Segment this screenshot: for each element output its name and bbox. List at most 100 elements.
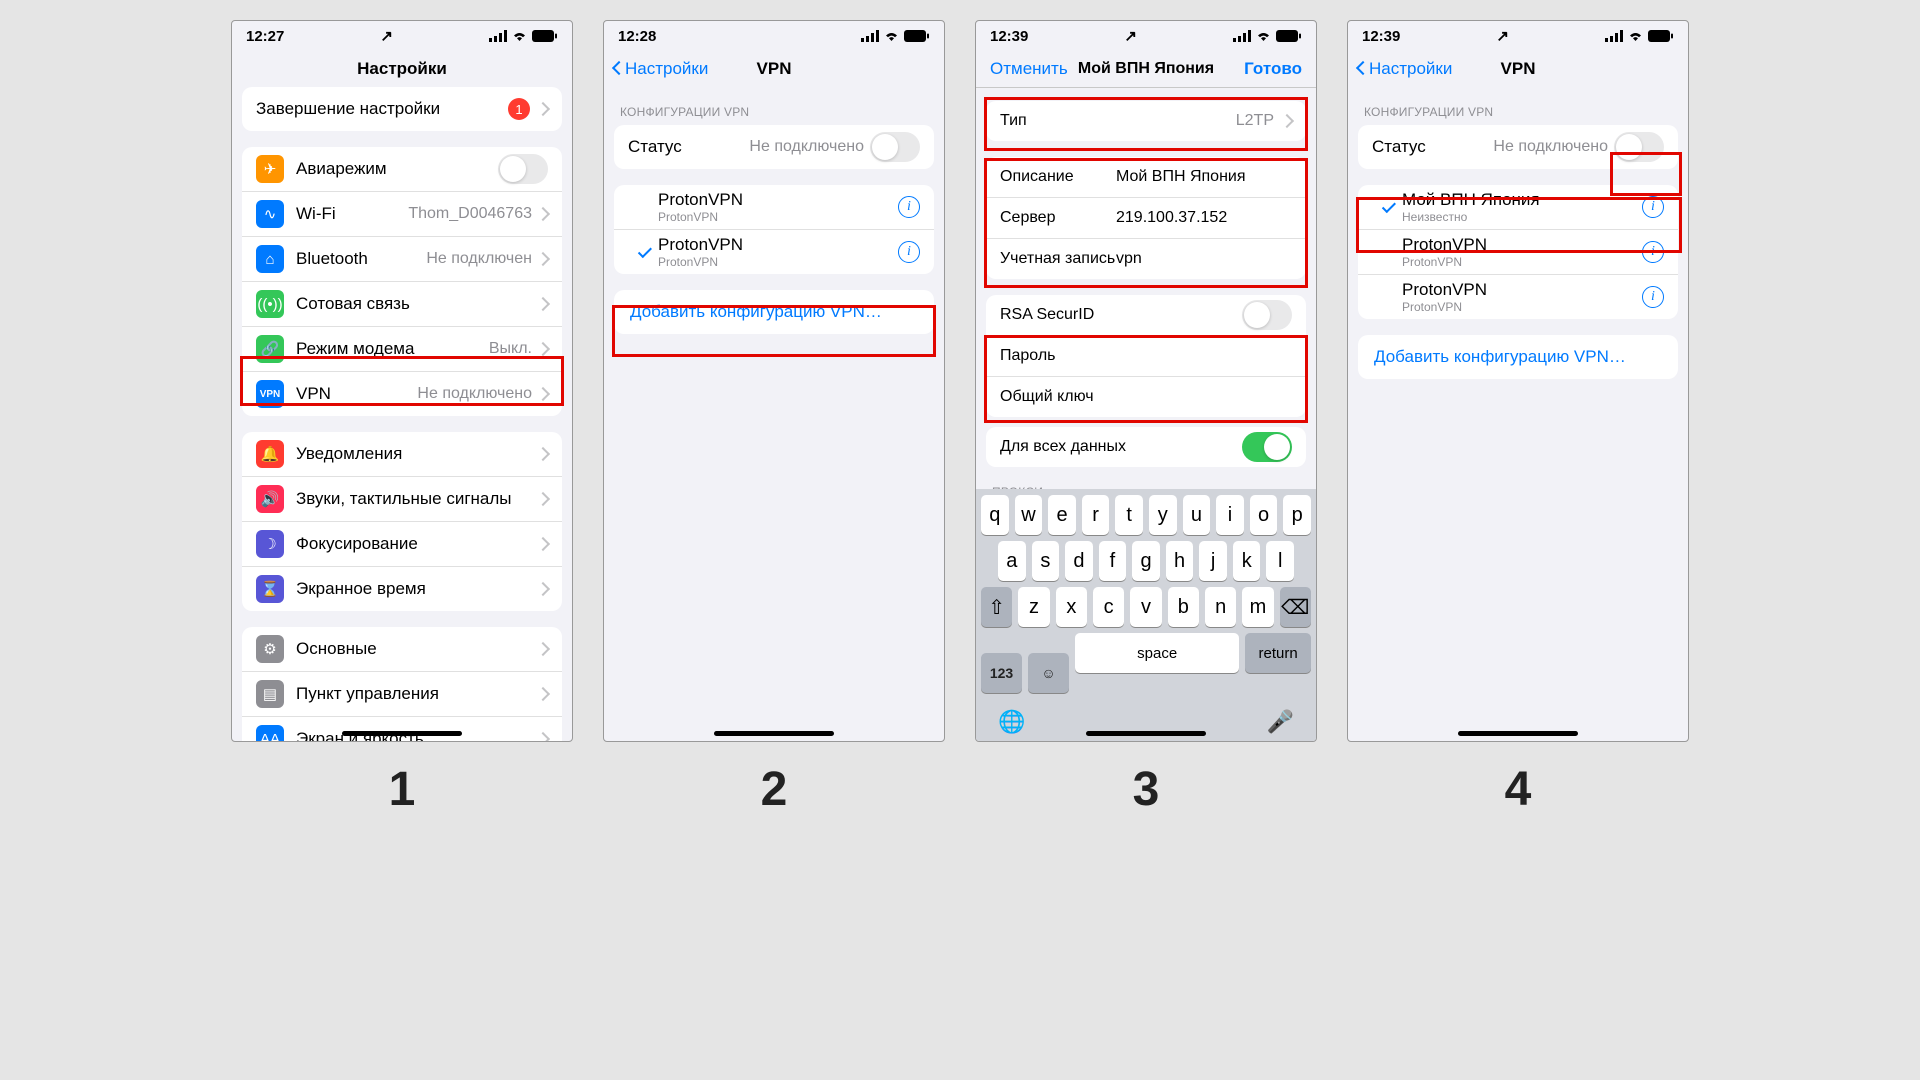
key-b[interactable]: b (1168, 587, 1199, 627)
secret-input[interactable]: Общий ключ (1000, 388, 1094, 406)
content-scroll[interactable]: КОНФИГУРАЦИИ VPN Статус Не подключено Pr… (604, 87, 944, 741)
checkmark-icon (1372, 201, 1402, 214)
row-type[interactable]: ТипL2TP (986, 101, 1306, 141)
key-n[interactable]: n (1205, 587, 1236, 627)
home-indicator[interactable] (1458, 731, 1578, 736)
content-scroll[interactable]: Завершение настройки 1 ✈Авиарежим ∿Wi-Fi… (232, 87, 572, 741)
key-u[interactable]: u (1183, 495, 1211, 535)
row-airplane[interactable]: ✈Авиарежим (242, 147, 562, 191)
key-f[interactable]: f (1099, 541, 1127, 581)
key-i[interactable]: i (1216, 495, 1244, 535)
done-button[interactable]: Готово (1244, 59, 1302, 79)
keyboard[interactable]: qwertyuiop asdfghjkl ⇧ zxcvbnm⌫ 123 ☺ sp… (976, 489, 1316, 741)
cellular-icon: ((•)) (256, 290, 284, 318)
key-o[interactable]: o (1250, 495, 1278, 535)
return-key[interactable]: return (1245, 633, 1311, 673)
key-h[interactable]: h (1166, 541, 1194, 581)
add-vpn-config-button[interactable]: Добавить конфигурацию VPN… (614, 290, 934, 334)
row-finish-setup[interactable]: Завершение настройки 1 (242, 87, 562, 131)
account-input[interactable]: vpn (1116, 250, 1142, 268)
emoji-key[interactable]: ☺ (1028, 653, 1069, 693)
key-s[interactable]: s (1032, 541, 1060, 581)
row-cellular[interactable]: ((•))Сотовая связь (242, 281, 562, 326)
key-x[interactable]: x (1056, 587, 1087, 627)
info-icon[interactable]: i (1642, 196, 1664, 218)
rsa-switch[interactable] (1242, 300, 1292, 330)
row-display[interactable]: AAЭкран и яркость (242, 716, 562, 741)
key-k[interactable]: k (1233, 541, 1261, 581)
vpn-config-item[interactable]: ProtonVPNProtonVPNi (614, 229, 934, 274)
vpn-status-switch[interactable] (870, 132, 920, 162)
row-vpn[interactable]: VPNVPNНе подключено (242, 371, 562, 416)
row-password[interactable]: Пароль (986, 335, 1306, 376)
shift-key[interactable]: ⇧ (981, 587, 1012, 627)
key-v[interactable]: v (1130, 587, 1161, 627)
key-g[interactable]: g (1132, 541, 1160, 581)
back-button[interactable]: Настройки (614, 59, 708, 79)
row-account[interactable]: Учетная записьvpn (986, 238, 1306, 279)
row-bluetooth[interactable]: ⌂BluetoothНе подключен (242, 236, 562, 281)
row-screentime[interactable]: ⌛Экранное время (242, 566, 562, 611)
info-icon[interactable]: i (1642, 241, 1664, 263)
globe-icon[interactable]: 🌐 (998, 709, 1025, 735)
battery-icon (904, 30, 930, 42)
row-server[interactable]: Сервер219.100.37.152 (986, 197, 1306, 238)
key-m[interactable]: m (1242, 587, 1273, 627)
key-l[interactable]: l (1266, 541, 1294, 581)
row-secret[interactable]: Общий ключ (986, 376, 1306, 417)
all-data-switch[interactable] (1242, 432, 1292, 462)
mic-icon[interactable]: 🎤 (1267, 709, 1294, 735)
backspace-key[interactable]: ⌫ (1280, 587, 1311, 627)
hotspot-icon: 🔗 (256, 335, 284, 363)
vpn-config-item[interactable]: ProtonVPNProtonVPNi (1358, 229, 1678, 274)
time: 12:39 (1362, 28, 1400, 45)
key-c[interactable]: c (1093, 587, 1124, 627)
key-a[interactable]: a (998, 541, 1026, 581)
numbers-key[interactable]: 123 (981, 653, 1022, 693)
row-description[interactable]: ОписаниеМой ВПН Япония (986, 157, 1306, 197)
key-z[interactable]: z (1018, 587, 1049, 627)
key-t[interactable]: t (1115, 495, 1143, 535)
add-vpn-config-button[interactable]: Добавить конфигурацию VPN… (1358, 335, 1678, 379)
password-input[interactable]: Пароль (1000, 347, 1056, 365)
home-indicator[interactable] (714, 731, 834, 736)
vpn-config-item[interactable]: Мой ВПН ЯпонияНеизвестноi (1358, 185, 1678, 229)
cancel-button[interactable]: Отменить (990, 59, 1068, 79)
space-key[interactable]: space (1075, 633, 1239, 673)
content-scroll[interactable]: КОНФИГУРАЦИИ VPN Статус Не подключено Мо… (1348, 87, 1688, 741)
vpn-icon: VPN (256, 380, 284, 408)
phone-4-vpn-list-updated: 12:39↗ Настройки VPN КОНФИГУРАЦИИ VPN Ст… (1347, 20, 1689, 742)
key-e[interactable]: e (1048, 495, 1076, 535)
back-button[interactable]: Настройки (1358, 59, 1452, 79)
vpn-config-item[interactable]: ProtonVPNProtonVPNi (1358, 274, 1678, 319)
key-q[interactable]: q (981, 495, 1009, 535)
row-wifi[interactable]: ∿Wi-FiThom_D0046763 (242, 191, 562, 236)
vpn-config-item[interactable]: ProtonVPNProtonVPNi (614, 185, 934, 229)
row-control-center[interactable]: ▤Пункт управления (242, 671, 562, 716)
row-sounds[interactable]: 🔊Звуки, тактильные сигналы (242, 476, 562, 521)
airplane-switch[interactable] (498, 154, 548, 184)
home-indicator[interactable] (1086, 731, 1206, 736)
page-title: VPN (757, 59, 792, 79)
info-icon[interactable]: i (1642, 286, 1664, 308)
key-w[interactable]: w (1015, 495, 1043, 535)
row-general[interactable]: ⚙Основные (242, 627, 562, 671)
row-hotspot[interactable]: 🔗Режим модемаВыкл. (242, 326, 562, 371)
row-notifications[interactable]: 🔔Уведомления (242, 432, 562, 476)
server-input[interactable]: 219.100.37.152 (1116, 209, 1227, 227)
key-d[interactable]: d (1065, 541, 1093, 581)
key-p[interactable]: p (1283, 495, 1311, 535)
step-number-4: 4 (1505, 762, 1532, 817)
description-input[interactable]: Мой ВПН Япония (1116, 168, 1246, 186)
vpn-status-switch[interactable] (1614, 132, 1664, 162)
key-r[interactable]: r (1082, 495, 1110, 535)
row-all-data: Для всех данных (986, 427, 1306, 467)
signal-icon (489, 30, 507, 42)
home-indicator[interactable] (342, 731, 462, 736)
info-icon[interactable]: i (898, 196, 920, 218)
key-y[interactable]: y (1149, 495, 1177, 535)
info-icon[interactable]: i (898, 241, 920, 263)
key-j[interactable]: j (1199, 541, 1227, 581)
row-focus[interactable]: ☽Фокусирование (242, 521, 562, 566)
chevron-right-icon (536, 387, 550, 401)
